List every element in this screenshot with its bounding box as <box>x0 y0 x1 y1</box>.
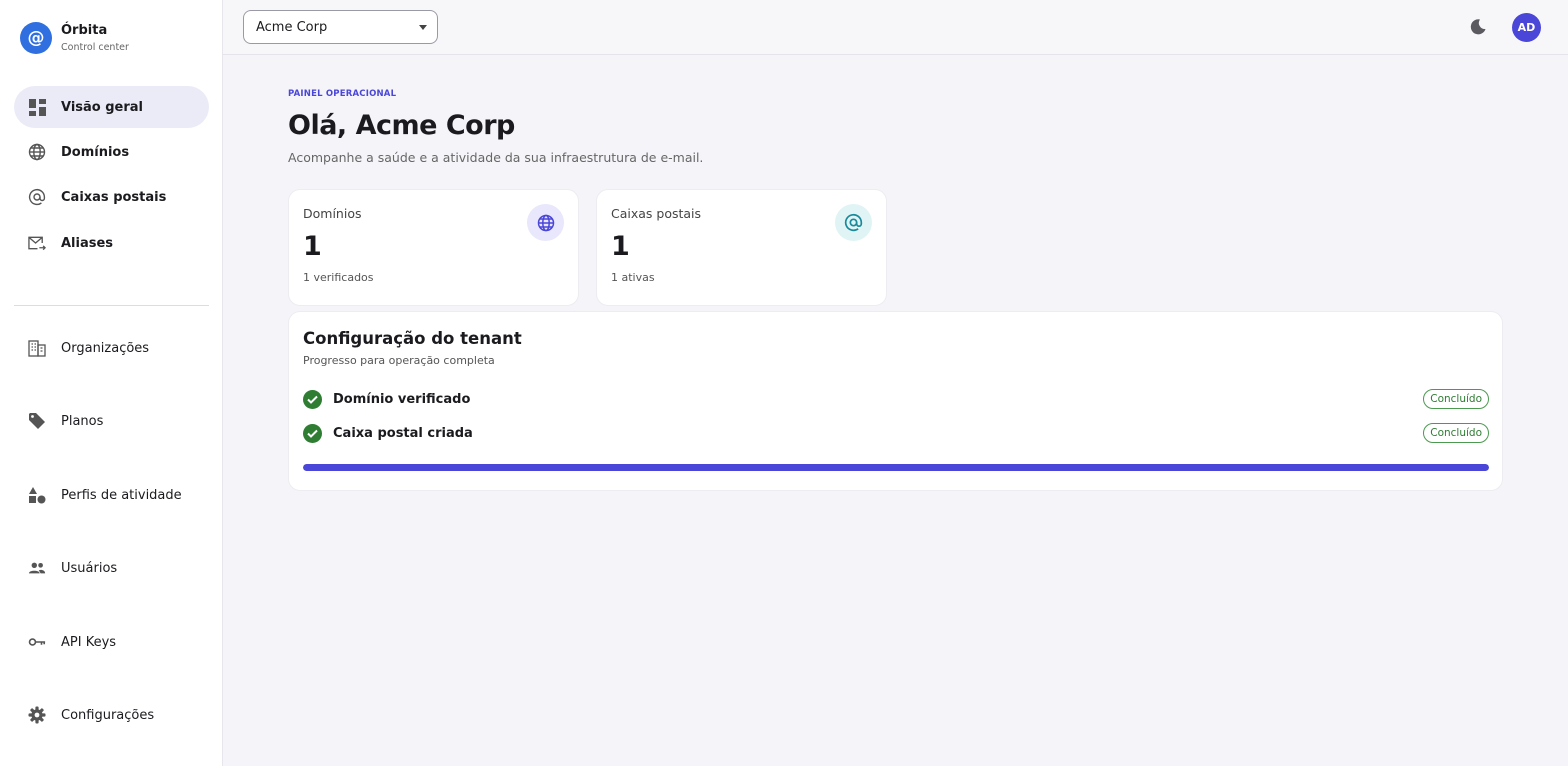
stat-card-caixas-postais[interactable]: Caixas postais 1 1 ativas <box>596 189 887 306</box>
sidebar-item-organizacoes[interactable]: Organizações <box>14 327 209 369</box>
sidebar: @ Órbita Control center Visão geral Domí… <box>0 0 223 766</box>
brand-subtitle: Control center <box>61 41 129 53</box>
status-badge: Concluído <box>1423 389 1489 409</box>
stat-title: Domínios <box>303 206 362 221</box>
stat-badge <box>527 204 564 241</box>
sidebar-item-perfis-de-atividade[interactable]: Perfis de atividade <box>14 474 209 516</box>
sidebar-item-label: Organizações <box>61 340 150 356</box>
setup-step-label: Caixa postal criada <box>333 425 473 441</box>
avatar[interactable]: AD <box>1512 13 1541 42</box>
stat-footnote: 1 ativas <box>611 271 655 284</box>
stat-value: 1 <box>303 231 322 262</box>
at-icon <box>844 213 863 232</box>
check-circle-icon <box>303 389 322 409</box>
theme-toggle-button[interactable] <box>1467 16 1489 38</box>
page-title: Olá, Acme Corp <box>288 110 515 141</box>
users-icon <box>28 559 46 577</box>
sidebar-item-label: Usuários <box>61 560 118 576</box>
tenant-select-value: Acme Corp <box>256 19 328 35</box>
stat-card-dominios[interactable]: Domínios 1 1 verificados <box>288 189 579 306</box>
globe-icon <box>28 143 46 161</box>
page-subtitle: Acompanhe a saúde e a atividade da sua i… <box>288 150 704 165</box>
setup-title: Configuração do tenant <box>303 329 522 348</box>
sidebar-item-aliases[interactable]: Aliases <box>14 222 209 264</box>
brand[interactable]: @ Órbita Control center <box>20 22 129 54</box>
stat-footnote: 1 verificados <box>303 271 374 284</box>
brand-name: Órbita <box>61 23 108 38</box>
sidebar-item-usuarios[interactable]: Usuários <box>14 547 209 589</box>
sidebar-item-label: Domínios <box>61 144 130 160</box>
setup-step: Domínio verificado Concluído <box>303 388 1489 410</box>
setup-progress-bar <box>303 464 1489 471</box>
sidebar-item-planos[interactable]: Planos <box>14 400 209 442</box>
sidebar-item-label: Perfis de atividade <box>61 487 182 503</box>
tenant-select[interactable]: Acme Corp <box>243 10 438 44</box>
page-eyebrow: PAINEL OPERACIONAL <box>288 89 397 99</box>
tenant-setup-card: Configuração do tenant Progresso para op… <box>288 311 1503 491</box>
check-circle-icon <box>303 423 322 443</box>
sidebar-item-label: Visão geral <box>61 99 144 115</box>
sidebar-item-dominios[interactable]: Domínios <box>14 131 209 173</box>
moon-icon <box>1470 19 1486 35</box>
tag-icon <box>28 412 46 430</box>
building-icon <box>28 339 46 357</box>
dashboard-icon <box>28 98 46 116</box>
sidebar-divider <box>14 305 209 306</box>
sidebar-item-label: Aliases <box>61 235 114 251</box>
sidebar-item-label: API Keys <box>61 634 117 650</box>
chevron-down-icon <box>419 25 427 30</box>
sidebar-item-caixas-postais[interactable]: Caixas postais <box>14 176 209 218</box>
sidebar-item-label: Planos <box>61 413 104 429</box>
setup-step: Caixa postal criada Concluído <box>303 422 1489 444</box>
sidebar-item-label: Caixas postais <box>61 189 167 205</box>
globe-icon <box>537 214 554 231</box>
mail-forward-icon <box>28 234 46 252</box>
sidebar-item-label: Configurações <box>61 707 155 723</box>
gear-icon <box>28 706 46 724</box>
at-icon <box>28 188 46 206</box>
setup-subtitle: Progresso para operação completa <box>303 354 495 367</box>
setup-step-label: Domínio verificado <box>333 391 471 407</box>
stat-title: Caixas postais <box>611 206 702 221</box>
brand-text: Órbita Control center <box>61 23 129 53</box>
topbar: Acme Corp AD <box>223 0 1568 55</box>
stat-value: 1 <box>611 231 630 262</box>
brand-logo-icon: @ <box>20 22 52 54</box>
key-icon <box>28 633 46 651</box>
stat-badge <box>835 204 872 241</box>
status-badge: Concluído <box>1423 423 1489 443</box>
shapes-icon <box>28 486 46 504</box>
sidebar-item-visao-geral[interactable]: Visão geral <box>14 86 209 128</box>
sidebar-item-api-keys[interactable]: API Keys <box>14 621 209 663</box>
setup-progress-fill <box>303 464 1489 471</box>
sidebar-item-configuracoes[interactable]: Configurações <box>14 694 209 736</box>
